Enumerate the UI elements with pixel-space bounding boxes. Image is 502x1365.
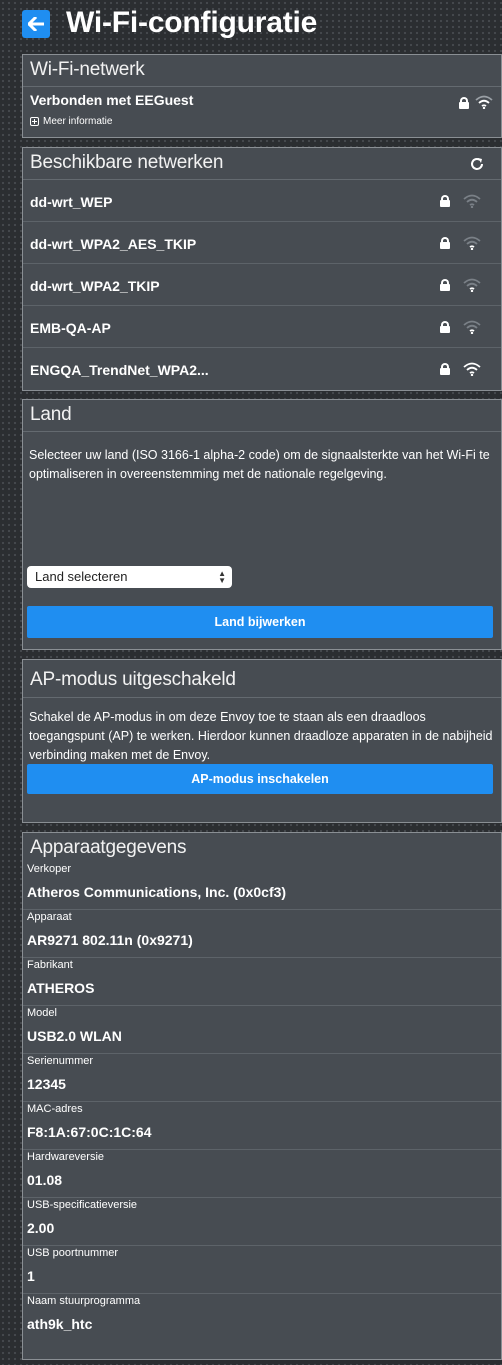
- country-select-value: Land selecteren: [35, 569, 128, 584]
- device-info-value: Atheros Communications, Inc. (0x0cf3): [27, 884, 287, 900]
- device-info-label: Serienummer: [27, 1055, 94, 1067]
- network-ssid: dd-wrt_WPA2_TKIP: [30, 278, 160, 294]
- network-row[interactable]: EMB-QA-AP: [23, 306, 501, 348]
- device-info-item: USB poortnummer 1: [23, 1246, 501, 1294]
- device-info-label: Model: [27, 1007, 57, 1019]
- device-info-label: Naam stuurprogramma: [27, 1295, 141, 1307]
- device-info-label: MAC-adres: [27, 1103, 83, 1115]
- device-info-value: 01.08: [27, 1172, 63, 1188]
- device-info-item: Serienummer 12345: [23, 1054, 501, 1102]
- network-row[interactable]: dd-wrt_WPA2_TKIP: [23, 264, 501, 306]
- update-country-button[interactable]: Land bijwerken: [27, 606, 493, 638]
- wifi-signal-icon: [463, 278, 481, 292]
- available-networks-title: Beschikbare netwerken: [23, 148, 501, 180]
- device-info-label: Apparaat: [27, 911, 72, 923]
- network-ssid: EMB-QA-AP: [30, 320, 111, 336]
- country-panel: Land Selecteer uw land (ISO 3166-1 alpha…: [22, 399, 502, 650]
- device-info-item: Apparaat AR9271 802.11n (0x9271): [23, 910, 501, 958]
- connected-ssid: EEGuest: [135, 92, 194, 108]
- device-info-label: USB poortnummer: [27, 1247, 119, 1259]
- device-info-value: 12345: [27, 1076, 66, 1092]
- lock-icon: [440, 363, 450, 375]
- wifi-signal-icon: [463, 320, 481, 334]
- country-title: Land: [23, 400, 501, 432]
- country-description: Selecteer uw land (ISO 3166-1 alpha-2 co…: [29, 448, 490, 481]
- device-info-item: Naam stuurprogramma ath9k_htc: [23, 1294, 501, 1342]
- device-info-label: Fabrikant: [27, 959, 73, 971]
- more-info-link[interactable]: Meer informatie: [30, 116, 112, 127]
- country-select[interactable]: Land selecteren ▲ ▼: [27, 566, 232, 588]
- device-info-item: Hardwareversie 01.08: [23, 1150, 501, 1198]
- device-info-label: Hardwareversie: [27, 1151, 105, 1163]
- available-networks-panel: Beschikbare netwerken dd-wrt_WEP dd-wrt_W…: [22, 147, 502, 391]
- ap-mode-description: Schakel de AP-modus in om deze Envoy toe…: [29, 710, 493, 762]
- device-info-value: AR9271 802.11n (0x9271): [27, 932, 193, 948]
- more-info-label: Meer informatie: [43, 116, 113, 127]
- device-info-value: ath9k_htc: [27, 1316, 93, 1332]
- connected-status: Verbonden met EEGuest: [30, 92, 193, 108]
- plus-square-icon: [30, 117, 39, 126]
- device-info-value: 1: [27, 1268, 35, 1284]
- lock-icon: [440, 321, 450, 333]
- wifi-signal-icon: [475, 95, 493, 109]
- wifi-network-panel: Wi-Fi-netwerk Verbonden met EEGuest Meer…: [22, 54, 502, 138]
- device-info-value: ATHEROS: [27, 980, 95, 996]
- connected-prefix: Verbonden met: [30, 92, 136, 108]
- arrow-left-icon: [28, 17, 44, 31]
- lock-icon: [440, 195, 450, 207]
- lock-icon: [459, 97, 469, 109]
- device-info-item: MAC-adres F8:1A:67:0C:1C:64: [23, 1102, 501, 1150]
- device-info-panel: Apparaatgegevens Verkoper Atheros Communi…: [22, 832, 502, 1360]
- network-row[interactable]: ENGQA_TrendNet_WPA2...: [23, 348, 501, 390]
- ap-mode-panel: AP-modus uitgeschakeld Schakel de AP-mod…: [22, 659, 502, 823]
- select-arrows-icon: ▲ ▼: [218, 569, 226, 585]
- network-ssid: ENGQA_TrendNet_WPA2...: [30, 362, 209, 378]
- device-info-item: USB-specificatieversie 2.00: [23, 1198, 501, 1246]
- device-info-item: Verkoper Atheros Communications, Inc. (0x…: [23, 862, 501, 910]
- device-info-value: USB2.0 WLAN: [27, 1028, 122, 1044]
- device-info-list: Verkoper Atheros Communications, Inc. (0x…: [23, 862, 501, 1342]
- wifi-network-title: Wi-Fi-netwerk: [23, 55, 501, 87]
- lock-icon: [440, 237, 450, 249]
- refresh-icon[interactable]: [469, 156, 485, 172]
- network-ssid: dd-wrt_WEP: [30, 194, 113, 210]
- enable-ap-mode-button[interactable]: AP-modus inschakelen: [27, 764, 493, 794]
- wifi-signal-icon: [463, 194, 481, 208]
- page-header: Wi-Fi-configuratie: [0, 0, 502, 46]
- device-info-title: Apparaatgegevens: [30, 837, 187, 858]
- wifi-signal-icon: [463, 362, 481, 376]
- device-info-item: Model USB2.0 WLAN: [23, 1006, 501, 1054]
- device-info-item: Fabrikant ATHEROS: [23, 958, 501, 1006]
- back-button[interactable]: [22, 10, 50, 38]
- lock-icon: [440, 279, 450, 291]
- network-row[interactable]: dd-wrt_WEP: [23, 180, 501, 222]
- ap-mode-title: AP-modus uitgeschakeld: [23, 660, 501, 698]
- network-row[interactable]: dd-wrt_WPA2_AES_TKIP: [23, 222, 501, 264]
- device-info-value: 2.00: [27, 1220, 55, 1236]
- network-ssid: dd-wrt_WPA2_AES_TKIP: [30, 236, 197, 252]
- connected-network-row: Verbonden met EEGuest Meer informatie: [23, 87, 501, 137]
- device-info-label: USB-specificatieversie: [27, 1199, 138, 1211]
- page-title: Wi-Fi-configuratie: [66, 6, 318, 39]
- wifi-signal-icon: [463, 236, 481, 250]
- network-list: dd-wrt_WEP dd-wrt_WPA2_AES_TKIP dd-wrt_WPA…: [23, 180, 501, 390]
- device-info-value: F8:1A:67:0C:1C:64: [27, 1124, 152, 1140]
- device-info-label: Verkoper: [27, 863, 72, 875]
